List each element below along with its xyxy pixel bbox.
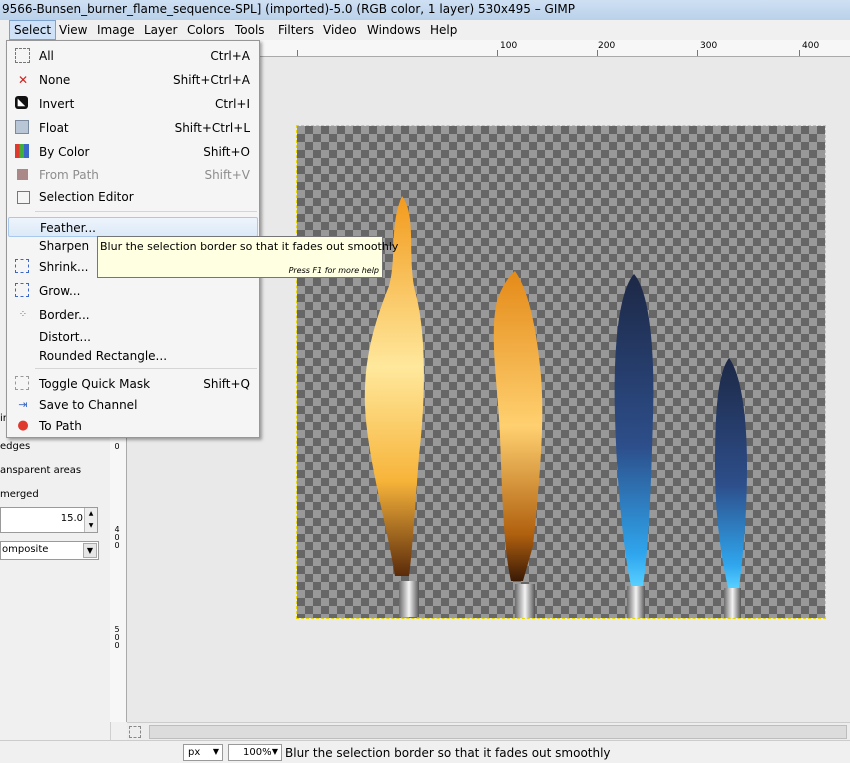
horizontal-scrollbar[interactable] bbox=[127, 722, 850, 741]
menu-item-float[interactable]: Float Shift+Ctrl+L bbox=[8, 118, 258, 138]
menu-item-to-path[interactable]: ● To Path bbox=[8, 416, 258, 436]
menu-colors[interactable]: Colors bbox=[183, 21, 229, 39]
navigate-icon[interactable] bbox=[129, 726, 141, 738]
invert-icon: ◣ bbox=[15, 96, 28, 109]
menu-tools[interactable]: Tools bbox=[231, 21, 269, 39]
menu-select[interactable]: Select bbox=[9, 20, 57, 40]
burner-nozzle bbox=[627, 586, 645, 618]
save-channel-icon: ⇥ bbox=[18, 398, 28, 411]
to-path-icon: ● bbox=[17, 418, 29, 433]
menu-separator bbox=[35, 368, 257, 369]
shrink-icon bbox=[15, 259, 29, 273]
menu-item-toggle-quick-mask[interactable]: Toggle Quick Mask Shift+Q bbox=[8, 374, 258, 394]
burner-nozzle bbox=[515, 584, 535, 618]
menu-video[interactable]: Video bbox=[319, 21, 361, 39]
ruler-tick bbox=[497, 50, 498, 56]
ruler-label: 400 bbox=[802, 41, 820, 51]
menu-item-save-to-channel[interactable]: ⇥ Save to Channel bbox=[8, 395, 258, 415]
mode-select[interactable]: omposite ▼ bbox=[0, 541, 99, 560]
flame-image bbox=[364, 196, 747, 618]
ruler-label: 200 bbox=[598, 41, 616, 51]
scroll-thumb[interactable] bbox=[149, 725, 847, 739]
menu-separator bbox=[35, 211, 257, 212]
tool-option-edges[interactable]: edges bbox=[0, 441, 30, 452]
tooltip-hint: Press F1 for more help bbox=[288, 266, 379, 275]
ruler-tick bbox=[297, 50, 298, 56]
menu-item-all[interactable]: All Ctrl+A bbox=[8, 46, 258, 66]
chevron-down-icon[interactable]: ▼ bbox=[213, 747, 219, 756]
menu-help[interactable]: Help bbox=[426, 21, 461, 39]
select-all-icon bbox=[15, 48, 30, 63]
float-icon bbox=[15, 120, 29, 134]
spin-arrows-icon[interactable]: ▲ ▼ bbox=[84, 508, 97, 532]
ruler-label: 5 0 0 bbox=[114, 625, 120, 650]
ruler-label: 0 bbox=[114, 442, 120, 451]
menu-item-invert[interactable]: ◣ Invert Ctrl+I bbox=[8, 94, 258, 114]
menu-item-feather[interactable]: Feather... bbox=[8, 217, 258, 237]
tooltip-text: Blur the selection border so that it fad… bbox=[100, 240, 399, 253]
menu-item-grow[interactable]: Grow... bbox=[8, 281, 258, 301]
ruler-tick bbox=[597, 50, 598, 56]
mode-value: omposite bbox=[2, 544, 49, 555]
menu-item-selection-editor[interactable]: Selection Editor bbox=[8, 187, 258, 207]
menu-filters[interactable]: Filters bbox=[274, 21, 318, 39]
quick-mask-icon bbox=[15, 376, 29, 390]
menu-layer[interactable]: Layer bbox=[140, 21, 181, 39]
menu-windows[interactable]: Windows bbox=[363, 21, 425, 39]
zoom-select[interactable]: 100% ▼ bbox=[228, 744, 282, 761]
menu-item-none[interactable]: ✕ None Shift+Ctrl+A bbox=[8, 70, 258, 90]
by-color-icon bbox=[15, 144, 29, 158]
title-bar: 9566-Bunsen_burner_flame_sequence-SPL] (… bbox=[0, 0, 850, 21]
menu-item-by-color[interactable]: By Color Shift+O bbox=[8, 142, 258, 162]
status-message: Blur the selection border so that it fad… bbox=[285, 746, 611, 760]
radius-spinbox[interactable]: 15.0 ▲ ▼ bbox=[0, 507, 98, 533]
radius-value: 15.0 bbox=[60, 513, 83, 524]
menu-item-border[interactable]: ⁘ Border... bbox=[8, 305, 258, 325]
menu-image[interactable]: Image bbox=[93, 21, 139, 39]
tool-option-transparent[interactable]: ansparent areas bbox=[0, 465, 81, 476]
ruler-label: 100 bbox=[500, 41, 518, 51]
ruler-label: 4 0 0 bbox=[114, 525, 120, 550]
menu-bar: Select View Image Layer Colors Tools Fil… bbox=[0, 20, 850, 41]
ruler-label: 300 bbox=[700, 41, 718, 51]
grow-icon bbox=[15, 283, 29, 297]
burner-nozzle bbox=[724, 588, 741, 618]
window-title: 9566-Bunsen_burner_flame_sequence-SPL] (… bbox=[2, 2, 575, 16]
burner-nozzle bbox=[399, 581, 419, 617]
menu-view[interactable]: View bbox=[55, 21, 91, 39]
chevron-down-icon[interactable]: ▼ bbox=[83, 543, 97, 558]
menu-item-distort[interactable]: Distort... bbox=[8, 327, 258, 347]
chevron-down-icon[interactable]: ▼ bbox=[272, 747, 278, 756]
unit-value: px bbox=[188, 747, 201, 758]
ruler-tick bbox=[697, 50, 698, 56]
selection-editor-icon bbox=[17, 191, 30, 204]
border-icon: ⁘ bbox=[18, 309, 28, 320]
menu-item-rounded-rectangle[interactable]: Rounded Rectangle... bbox=[8, 346, 258, 366]
unit-select[interactable]: px ▼ bbox=[183, 744, 223, 761]
ruler-tick bbox=[799, 50, 800, 56]
select-none-icon: ✕ bbox=[17, 73, 29, 87]
zoom-value: 100% bbox=[243, 747, 272, 758]
menu-item-from-path[interactable]: From Path Shift+V bbox=[8, 165, 258, 185]
image-canvas[interactable] bbox=[296, 125, 826, 619]
tooltip: Blur the selection border so that it fad… bbox=[97, 236, 398, 278]
from-path-icon bbox=[17, 169, 28, 180]
tool-option-merged[interactable]: merged bbox=[0, 489, 39, 500]
